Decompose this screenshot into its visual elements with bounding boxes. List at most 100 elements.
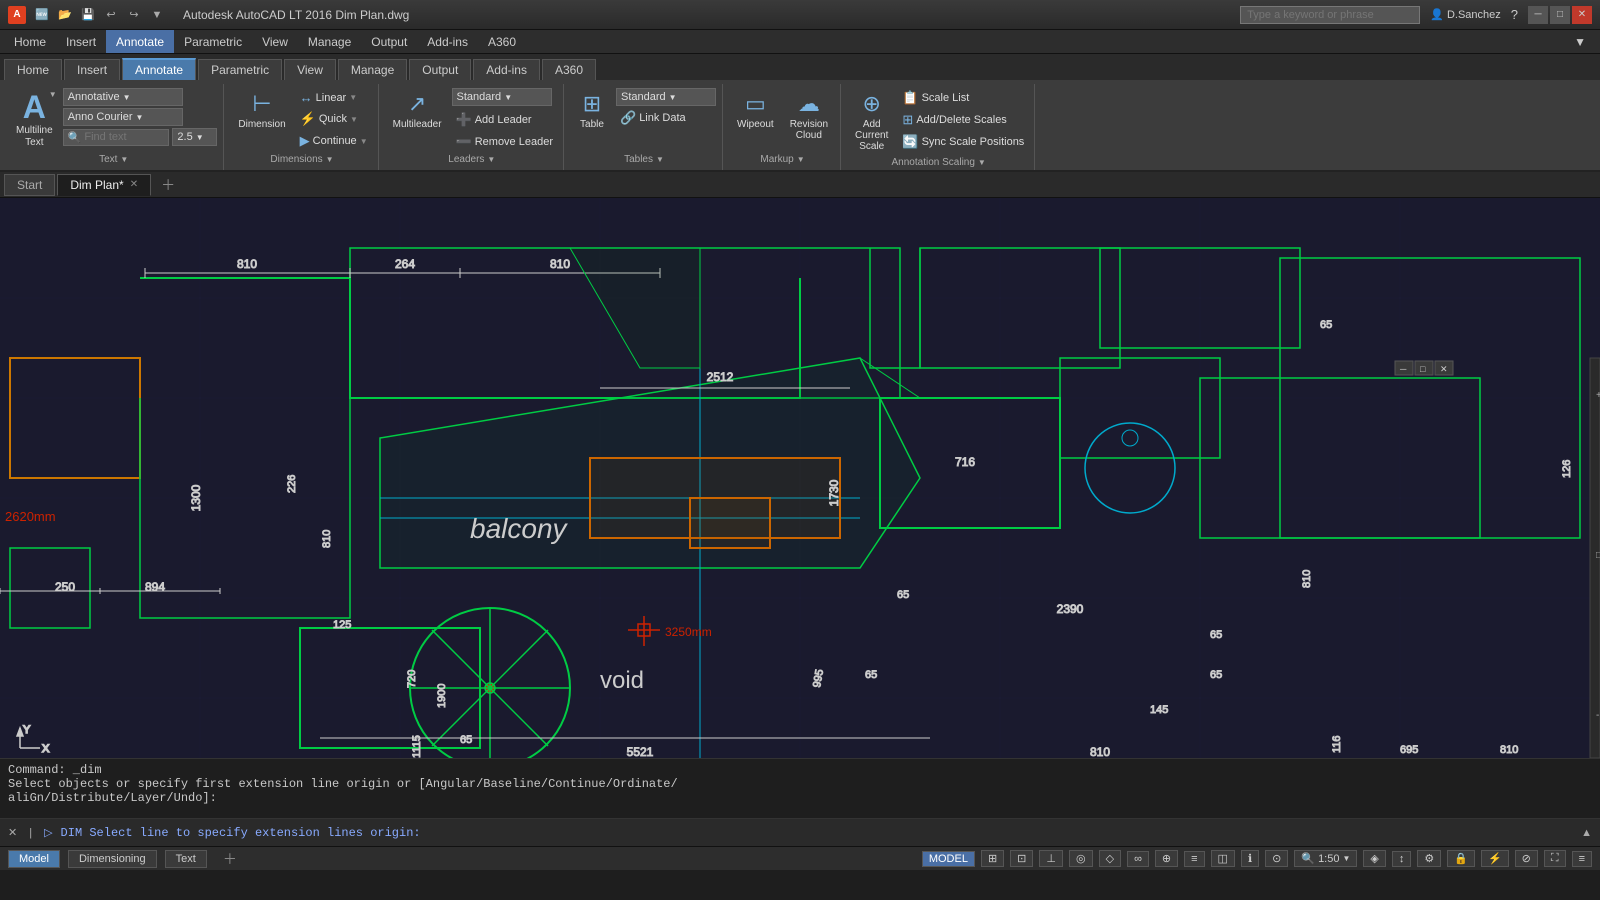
dim-sub-buttons: ↔ Linear ▼ ⚡ Quick ▼ ▶ Continue ▼ — [296, 88, 372, 151]
new-button[interactable]: 🆕 — [32, 6, 52, 24]
table-standard-dropdown[interactable]: Standard ▼ — [616, 88, 716, 106]
annotation-scaling-group-label[interactable]: Annotation Scaling ▼ — [892, 157, 986, 171]
dimension-button[interactable]: ⊢ Dimension — [232, 88, 291, 133]
tab-insert[interactable]: Insert — [64, 59, 120, 80]
undo-button[interactable]: ↩ — [101, 6, 121, 24]
svg-text:65: 65 — [1320, 319, 1332, 331]
fullscreen-btn[interactable]: ⛶ — [1544, 850, 1566, 867]
osnap-btn[interactable]: ◇ — [1099, 850, 1121, 867]
minimize-button[interactable]: ─ — [1528, 6, 1548, 24]
tables-group-label[interactable]: Tables ▼ — [624, 154, 664, 168]
auto-scale-btn[interactable]: ↕ — [1392, 851, 1412, 867]
tab-addins[interactable]: Add-ins — [473, 59, 540, 80]
find-text-input[interactable] — [84, 131, 164, 143]
hardware-accel-btn[interactable]: ⚡ — [1481, 850, 1509, 867]
menu-insert[interactable]: Insert — [56, 30, 106, 53]
text-group-label[interactable]: Text ▼ — [99, 154, 128, 168]
dynamic-input-btn[interactable]: ⊕ — [1155, 850, 1178, 867]
new-tab-button[interactable]: ＋ — [153, 172, 183, 198]
cmd-close-btn[interactable]: ✕ — [4, 826, 21, 839]
qat-customize[interactable]: ▼ — [147, 6, 167, 24]
maximize-button[interactable]: □ — [1550, 6, 1570, 24]
quick-button[interactable]: ⚡ Quick ▼ — [296, 109, 372, 129]
linear-button[interactable]: ↔ Linear ▼ — [296, 88, 372, 107]
svg-text:─: ─ — [1399, 364, 1407, 374]
multileader-button[interactable]: ↗ Multileader — [387, 88, 448, 133]
grid-btn[interactable]: ⊞ — [981, 850, 1004, 867]
transparency-btn[interactable]: ◫ — [1211, 850, 1235, 867]
workspace-btn[interactable]: ⚙ — [1417, 850, 1441, 867]
add-current-scale-button[interactable]: ⊕ AddCurrentScale — [849, 88, 894, 155]
menu-manage[interactable]: Manage — [298, 30, 361, 53]
svg-text:810: 810 — [321, 530, 333, 548]
add-layout-btn[interactable]: ＋ — [215, 846, 245, 872]
redo-button[interactable]: ↪ — [124, 6, 144, 24]
drawing-area[interactable]: 810 264 810 2512 716 1730 2390 1300 250 … — [0, 198, 1600, 758]
text-size-dropdown[interactable]: 2.5 ▼ — [172, 128, 217, 146]
annotation-visibility-btn[interactable]: ◈ — [1363, 850, 1385, 867]
add-delete-scales-button[interactable]: ⊞ Add/Delete Scales — [898, 110, 1028, 130]
sync-scale-positions-button[interactable]: 🔄 Sync Scale Positions — [898, 132, 1028, 152]
continue-button[interactable]: ▶ Continue ▼ — [296, 131, 372, 151]
command-input-field[interactable] — [425, 826, 1574, 840]
tab-manage[interactable]: Manage — [338, 59, 407, 80]
search-input[interactable] — [1240, 6, 1420, 24]
menu-home[interactable]: Home — [4, 30, 56, 53]
tab-home[interactable]: Home — [4, 59, 62, 80]
menu-options[interactable]: ▼ — [1564, 30, 1596, 53]
isolate-objects-btn[interactable]: ⊘ — [1515, 850, 1538, 867]
menu-addins[interactable]: Add-ins — [417, 30, 478, 53]
snap-btn[interactable]: ⊡ — [1010, 850, 1033, 867]
leader-standard-dropdown[interactable]: Standard ▼ — [452, 88, 552, 106]
quick-props-btn[interactable]: ℹ — [1241, 850, 1259, 867]
menu-a360[interactable]: A360 — [478, 30, 526, 53]
cmd-arrow-btn[interactable]: ▲ — [1577, 827, 1596, 839]
markup-group-label[interactable]: Markup ▼ — [760, 154, 804, 168]
selection-cycling-btn[interactable]: ⊙ — [1265, 850, 1288, 867]
link-data-button[interactable]: 🔗 Link Data — [616, 108, 716, 128]
model-space-btn[interactable]: MODEL — [922, 851, 975, 867]
model-tab-text[interactable]: Text — [165, 850, 207, 868]
annotation-scale[interactable]: 🔍 1:50 ▼ — [1294, 850, 1357, 867]
save-button[interactable]: 💾 — [78, 6, 98, 24]
lineweight-btn[interactable]: ≡ — [1184, 851, 1204, 867]
svg-text:-: - — [1596, 710, 1599, 721]
menu-view[interactable]: View — [252, 30, 298, 53]
dimensions-group-label[interactable]: Dimensions ▼ — [270, 154, 333, 168]
tab-view[interactable]: View — [284, 59, 336, 80]
menu-output[interactable]: Output — [361, 30, 417, 53]
menu-annotate[interactable]: Annotate — [106, 30, 174, 53]
table-button[interactable]: ⊞ Table — [572, 88, 612, 133]
svg-text:+: + — [1596, 390, 1600, 401]
open-button[interactable]: 📂 — [55, 6, 75, 24]
text-style-dropdown[interactable]: Annotative ▼ — [63, 88, 183, 106]
tab-start[interactable]: Start — [4, 174, 55, 196]
scale-list-button[interactable]: 📋 Scale List — [898, 88, 1028, 108]
remove-leader-button[interactable]: ➖ Remove Leader — [452, 132, 557, 152]
model-tab-dimensioning[interactable]: Dimensioning — [68, 850, 157, 868]
revision-cloud-button[interactable]: ☁ RevisionCloud — [784, 88, 834, 144]
model-tab-model[interactable]: Model — [8, 850, 60, 868]
multiline-text-button[interactable]: A MultilineText ▼ — [10, 88, 59, 152]
polar-btn[interactable]: ◎ — [1069, 850, 1093, 867]
wipeout-button[interactable]: ▭ Wipeout — [731, 88, 780, 133]
menu-parametric[interactable]: Parametric — [174, 30, 252, 53]
lock-btn[interactable]: 🔒 — [1447, 850, 1475, 867]
tab-close-button[interactable]: ✕ — [130, 179, 138, 190]
ortho-btn[interactable]: ⊥ — [1039, 850, 1063, 867]
leaders-group-label[interactable]: Leaders ▼ — [448, 154, 495, 168]
tab-a360[interactable]: A360 — [542, 59, 596, 80]
tab-dim-plan[interactable]: Dim Plan* ✕ — [57, 174, 151, 196]
object-snap-tracking-btn[interactable]: ∞ — [1127, 851, 1149, 867]
tab-output[interactable]: Output — [409, 59, 471, 80]
markup-group: ▭ Wipeout ☁ RevisionCloud Markup ▼ — [725, 84, 841, 170]
help-icon[interactable]: ? — [1511, 7, 1518, 22]
font-dropdown[interactable]: Anno Courier ▼ — [63, 108, 183, 126]
command-input-row: ✕ | ▷ DIM Select line to specify extensi… — [0, 818, 1600, 846]
tab-parametric[interactable]: Parametric — [198, 59, 282, 80]
tab-annotate[interactable]: Annotate — [122, 58, 196, 80]
command-window: Command: _dim Select objects or specify … — [0, 758, 1600, 818]
close-button[interactable]: ✕ — [1572, 6, 1592, 24]
customize-btn[interactable]: ≡ — [1572, 851, 1592, 867]
add-leader-button[interactable]: ➕ Add Leader — [452, 110, 557, 130]
